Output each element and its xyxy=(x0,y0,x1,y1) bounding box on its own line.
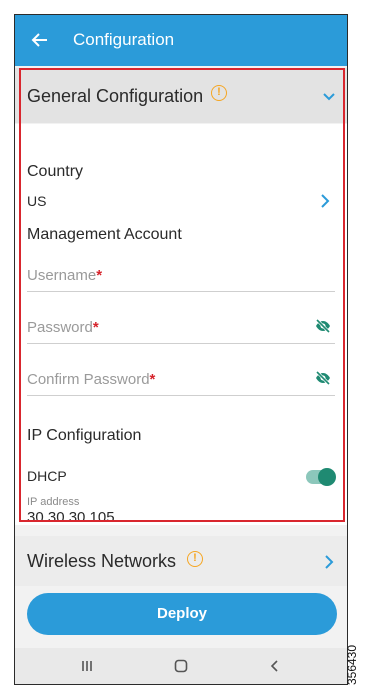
required-mark: * xyxy=(92,319,99,336)
general-configuration-header[interactable]: General Configuration ! xyxy=(15,68,347,123)
ip-address-label: IP address xyxy=(27,496,80,508)
ip-configuration-label: IP Configuration xyxy=(27,427,142,444)
home-icon[interactable] xyxy=(173,658,189,674)
back-icon[interactable] xyxy=(267,658,283,674)
management-account-label: Management Account xyxy=(27,226,182,243)
app-bar-title: Configuration xyxy=(73,30,175,49)
app-bar: Configuration xyxy=(15,15,347,66)
eye-off-icon[interactable] xyxy=(315,371,331,385)
figure-id: 356430 xyxy=(345,640,368,692)
required-mark: * xyxy=(96,267,103,284)
country-label: Country xyxy=(27,163,84,180)
dhcp-label: DHCP xyxy=(27,468,67,484)
password-field[interactable]: Password* xyxy=(27,311,335,344)
dhcp-toggle[interactable] xyxy=(306,468,336,486)
deploy-button[interactable]: Deploy xyxy=(27,593,337,635)
recents-icon[interactable] xyxy=(79,658,95,674)
country-value: US xyxy=(27,193,47,209)
wireless-networks-header[interactable]: Wireless Networks ! xyxy=(15,536,347,586)
wireless-networks-label: Wireless Networks xyxy=(27,551,177,571)
username-field[interactable]: Username* xyxy=(27,259,335,292)
chevron-down-icon[interactable] xyxy=(321,89,337,105)
general-configuration-label: General Configuration xyxy=(27,86,204,106)
chevron-right-icon[interactable] xyxy=(321,554,337,570)
back-arrow-icon[interactable] xyxy=(31,31,49,49)
password-placeholder: Password* xyxy=(27,319,99,336)
chevron-right-icon[interactable] xyxy=(317,193,333,209)
warning-icon: ! xyxy=(211,85,227,101)
toggle-knob xyxy=(318,468,336,486)
warning-icon: ! xyxy=(187,551,203,567)
general-configuration-panel: Country US Management Account Username* … xyxy=(15,124,347,526)
figure-id-text: 356430 xyxy=(345,644,360,686)
confirm-password-field[interactable]: Confirm Password* xyxy=(27,363,335,396)
content-area[interactable]: General Configuration ! Country US Manag… xyxy=(15,66,347,651)
system-nav-bar xyxy=(15,648,347,684)
required-mark: * xyxy=(149,371,156,388)
username-placeholder: Username* xyxy=(27,267,103,284)
phone-screen: Configuration General Configuration ! Co… xyxy=(14,14,348,685)
country-row[interactable]: US xyxy=(15,186,347,212)
ip-address-value[interactable]: 30.30.30.105 xyxy=(27,509,115,526)
confirm-password-placeholder: Confirm Password* xyxy=(27,371,156,388)
eye-off-icon[interactable] xyxy=(315,319,331,333)
